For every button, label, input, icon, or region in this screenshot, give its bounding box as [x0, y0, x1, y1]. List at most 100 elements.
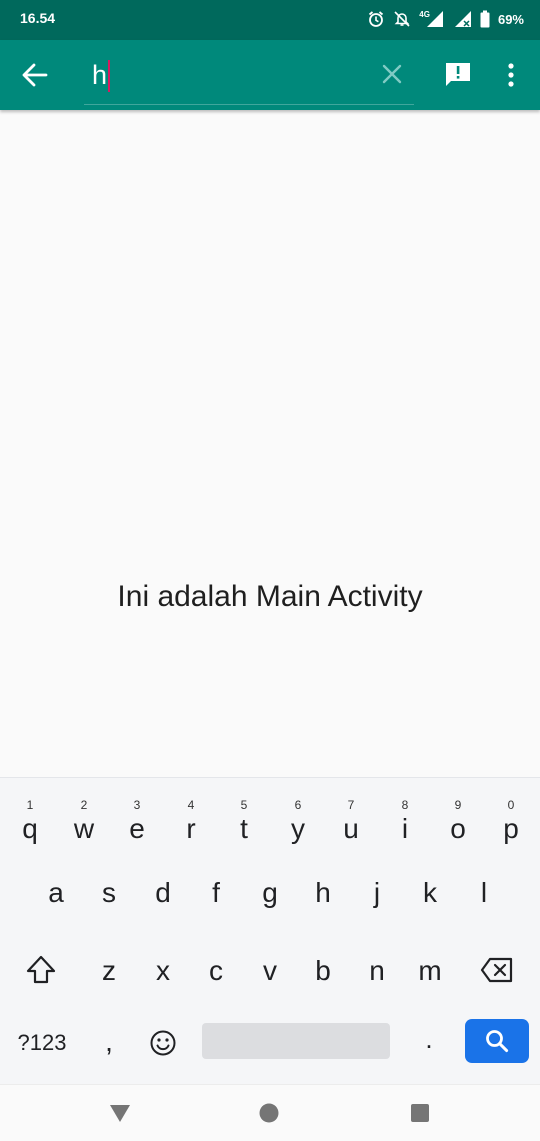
key-label: j [373, 877, 381, 908]
more-vert-icon [508, 63, 514, 87]
comma-key[interactable]: , [94, 1026, 124, 1066]
arrow-left-icon [22, 63, 48, 87]
search-icon [486, 1030, 509, 1053]
feedback-button[interactable] [444, 60, 472, 88]
key-x[interactable]: x [136, 940, 190, 1000]
key-p[interactable]: 0p [484, 786, 538, 846]
status-icons: 4G 69% [367, 8, 524, 30]
key-label: o [450, 813, 466, 844]
key-label: k [423, 877, 437, 908]
nav-recents-button[interactable] [410, 1103, 430, 1123]
key-hint: 3 [133, 798, 141, 812]
close-icon [382, 64, 402, 84]
emoji-key[interactable] [149, 1029, 177, 1057]
battery-percent: 69% [497, 11, 524, 27]
key-label: e [129, 813, 145, 844]
search-input-text[interactable]: h [92, 59, 111, 93]
shift-key[interactable] [24, 954, 58, 986]
key-f[interactable]: f [189, 862, 243, 922]
key-q[interactable]: 1q [3, 786, 57, 846]
overflow-menu-button[interactable] [502, 62, 520, 88]
nav-back-button[interactable] [109, 1103, 131, 1123]
key-c[interactable]: c [189, 940, 243, 1000]
notifications-off-icon [393, 10, 411, 28]
key-hint: 4 [187, 798, 195, 812]
back-button[interactable] [20, 62, 50, 88]
navigation-bar [0, 1084, 540, 1141]
key-label: h [315, 877, 331, 908]
key-i[interactable]: 8i [378, 786, 432, 846]
signal-4g-icon: 4G [419, 10, 444, 28]
text-cursor [108, 59, 111, 92]
key-label: b [315, 955, 331, 986]
signal-icon [452, 10, 472, 28]
key-v[interactable]: v [243, 940, 297, 1000]
key-b[interactable]: b [296, 940, 350, 1000]
key-label: x [156, 955, 170, 986]
key-label: c [209, 955, 223, 986]
key-hint: 8 [401, 798, 409, 812]
nav-back-icon [110, 1105, 130, 1122]
key-label: u [343, 813, 359, 844]
key-u[interactable]: 7u [324, 786, 378, 846]
key-label: i [401, 813, 409, 844]
key-t[interactable]: 5t [217, 786, 271, 846]
key-hint: 5 [240, 798, 248, 812]
key-o[interactable]: 9o [431, 786, 485, 846]
app-toolbar: h [0, 40, 540, 110]
key-l[interactable]: l [457, 862, 511, 922]
key-label: l [480, 877, 488, 908]
key-hint: 2 [80, 798, 88, 812]
nav-home-icon [259, 1103, 279, 1123]
key-hint: 1 [26, 798, 34, 812]
key-label: n [369, 955, 385, 986]
key-e[interactable]: 3e [110, 786, 164, 846]
key-label: q [22, 813, 38, 844]
space-key[interactable] [202, 1023, 390, 1059]
key-label: w [73, 813, 95, 844]
backspace-key[interactable] [480, 956, 514, 984]
key-n[interactable]: n [350, 940, 404, 1000]
feedback-icon [446, 63, 470, 86]
key-hint: 0 [507, 798, 515, 812]
key-label: t [240, 813, 248, 844]
key-label: m [418, 955, 442, 986]
search-field[interactable]: h [84, 54, 414, 105]
key-d[interactable]: d [136, 862, 190, 922]
key-j[interactable]: j [350, 862, 404, 922]
key-label: y [291, 813, 305, 844]
key-s[interactable]: s [82, 862, 136, 922]
clear-search-button[interactable] [380, 62, 404, 86]
key-h[interactable]: h [296, 862, 350, 922]
key-label: p [503, 813, 519, 844]
key-a[interactable]: a [29, 862, 83, 922]
key-hint: 7 [347, 798, 355, 812]
nav-home-button[interactable] [259, 1103, 279, 1123]
key-label: f [212, 877, 220, 908]
key-y[interactable]: 6y [271, 786, 325, 846]
symbols-key[interactable]: ?123 [10, 1026, 74, 1060]
key-label: s [102, 877, 116, 908]
key-z[interactable]: z [82, 940, 136, 1000]
soft-keyboard: 1q 2w 3e 4r 5t 6y 7u 8i 9o 0p a s d f g … [0, 777, 540, 1085]
network-label: 4G [419, 9, 430, 19]
backspace-icon [480, 957, 513, 983]
emoji-icon [150, 1030, 176, 1056]
search-value: h [92, 60, 108, 90]
key-label: z [102, 955, 116, 986]
key-k[interactable]: k [403, 862, 457, 922]
shift-icon [26, 955, 56, 984]
period-key[interactable]: . [414, 1024, 444, 1064]
key-m[interactable]: m [403, 940, 457, 1000]
key-g[interactable]: g [243, 862, 297, 922]
main-activity-text: Ini adalah Main Activity [117, 580, 423, 613]
key-r[interactable]: 4r [164, 786, 218, 846]
alarm-icon [367, 10, 385, 28]
battery-icon [480, 10, 490, 28]
key-label: r [186, 813, 196, 844]
status-bar: 16.54 4G 69% [0, 0, 540, 40]
key-label: v [263, 955, 277, 986]
search-action-key[interactable] [465, 1019, 529, 1063]
key-w[interactable]: 2w [57, 786, 111, 846]
key-label: a [48, 877, 64, 908]
